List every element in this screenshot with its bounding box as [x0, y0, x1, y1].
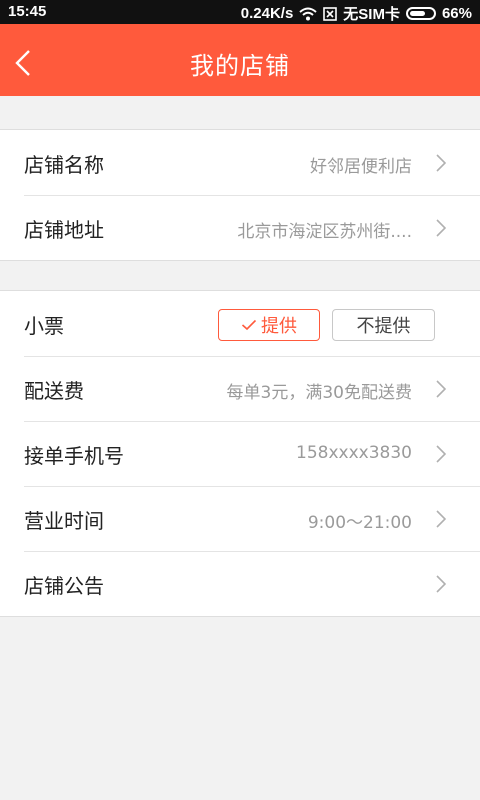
- store-address-value: 北京市海淀区苏州街....: [237, 222, 412, 242]
- order-phone-value: 158xxxx3830: [296, 443, 412, 463]
- delivery-fee-label: 配送费: [24, 379, 84, 403]
- store-notice-label: 店铺公告: [24, 574, 104, 598]
- status-right: 0.24K/s 无SIM卡 66%: [241, 3, 472, 24]
- chevron-right-icon: [436, 154, 446, 172]
- order-phone-row[interactable]: 接单手机号 158xxxx3830: [0, 421, 480, 486]
- business-hours-row[interactable]: 营业时间 9:00～21:00: [0, 486, 480, 551]
- store-address-row[interactable]: 店铺地址 北京市海淀区苏州街....: [0, 195, 480, 260]
- status-time: 15:45: [8, 3, 47, 20]
- order-phone-label: 接单手机号: [24, 444, 124, 468]
- business-hours-label: 营业时间: [24, 509, 104, 533]
- network-speed: 0.24K/s: [240, 5, 294, 22]
- check-icon: [241, 319, 257, 331]
- chevron-right-icon: [436, 510, 446, 528]
- battery-percent: 66%: [441, 5, 472, 22]
- wifi-icon: [299, 7, 317, 21]
- battery-level: [409, 11, 425, 16]
- chevron-right-icon: [436, 575, 446, 593]
- store-name-label: 店铺名称: [24, 153, 104, 177]
- provide-receipt-label: 提供: [261, 316, 297, 337]
- store-address-label: 店铺地址: [24, 218, 104, 242]
- sim-status: 无SIM卡: [343, 6, 400, 23]
- chevron-right-icon: [436, 380, 446, 398]
- store-settings-group: 小票 提供 不提供 配送费 每单3元，满30免配送费 接单手机号 158xxxx…: [0, 290, 480, 617]
- provide-receipt-button[interactable]: 提供: [218, 309, 320, 341]
- delivery-fee-value: 每单3元，满30免配送费: [226, 383, 412, 403]
- store-name-value: 好邻居便利店: [310, 157, 412, 177]
- battery-icon: [405, 7, 436, 20]
- store-info-group: 店铺名称 好邻居便利店 店铺地址 北京市海淀区苏州街....: [0, 129, 480, 261]
- receipt-row: 小票 提供 不提供: [0, 291, 480, 356]
- status-bar: 15:45 0.24K/s 无SIM卡 66%: [0, 0, 480, 24]
- business-hours-value: 9:00～21:00: [307, 513, 412, 533]
- no-receipt-label: 不提供: [356, 316, 411, 337]
- receipt-label: 小票: [24, 314, 64, 338]
- no-receipt-button[interactable]: 不提供: [332, 309, 435, 341]
- app-header: 我的店铺: [0, 24, 480, 96]
- chevron-right-icon: [436, 445, 446, 463]
- chevron-right-icon: [436, 219, 446, 237]
- sim-icon: [323, 6, 338, 21]
- delivery-fee-row[interactable]: 配送费 每单3元，满30免配送费: [0, 356, 480, 421]
- store-name-row[interactable]: 店铺名称 好邻居便利店: [0, 130, 480, 195]
- page-title: 我的店铺: [190, 52, 290, 80]
- store-notice-row[interactable]: 店铺公告: [0, 551, 480, 616]
